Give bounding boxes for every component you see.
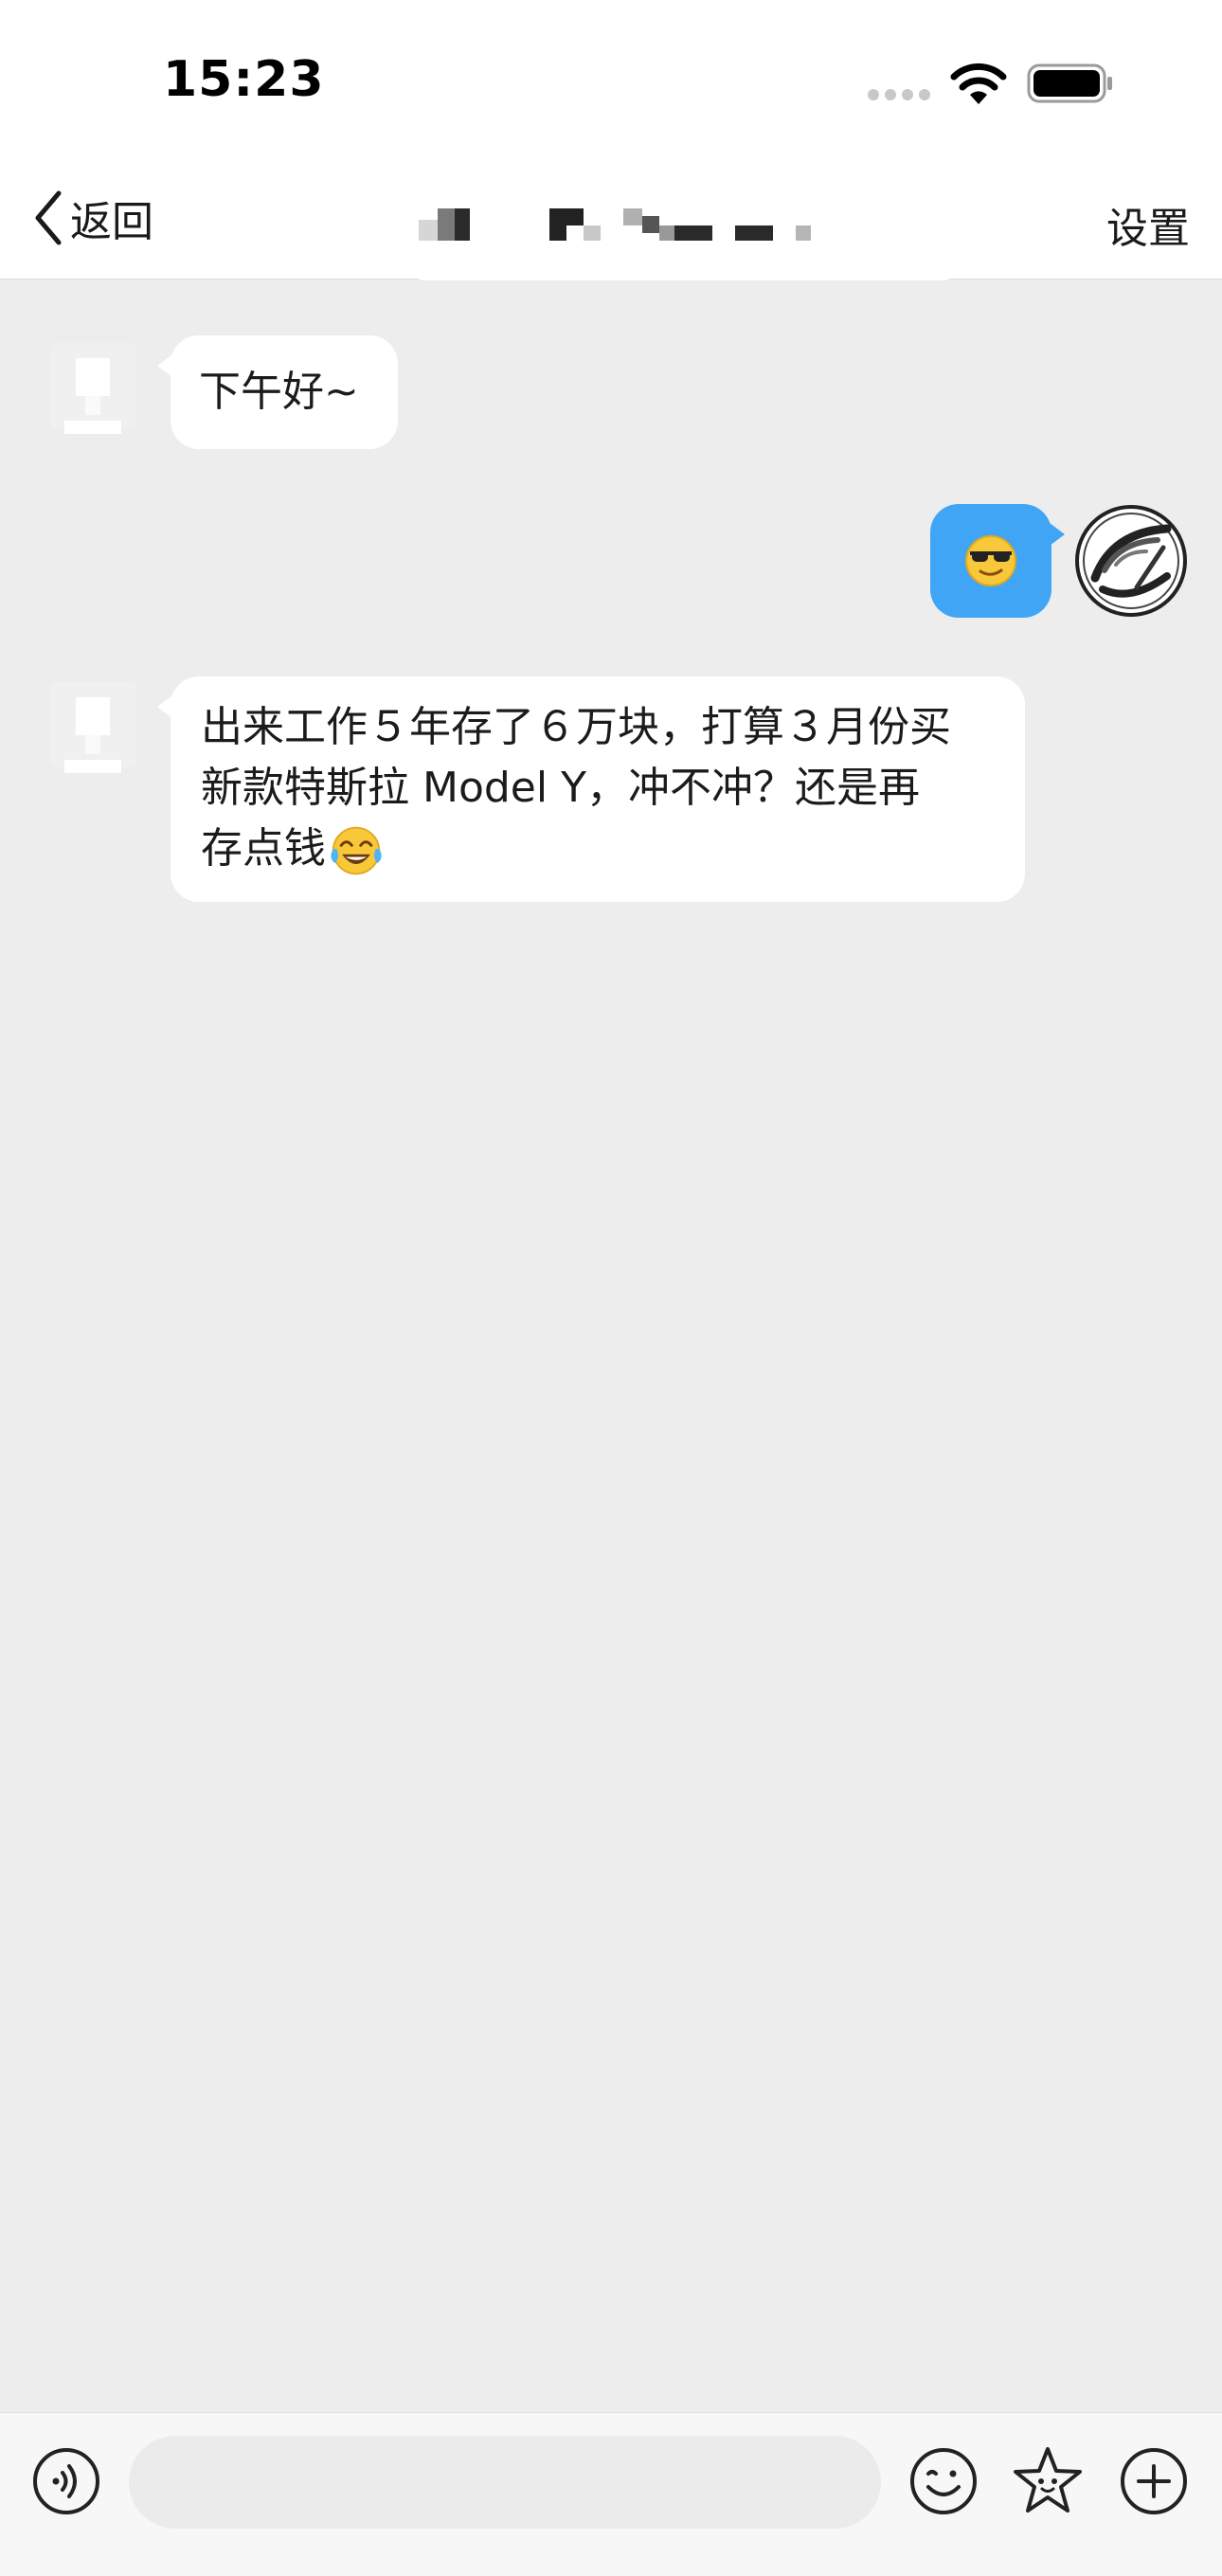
my-avatar[interactable]: [1074, 504, 1188, 618]
contact-avatar[interactable]: [42, 337, 155, 451]
battery-icon: [1027, 63, 1112, 103]
chat-area[interactable]: 下午好~ 出来工作５年存了６万块，打算３月份买 新款特斯拉 Model Y，冲不…: [0, 279, 1222, 2412]
sunglasses-emoji: [965, 535, 1016, 586]
signal-dots-icon: [868, 89, 930, 100]
settings-button[interactable]: 设置: [1106, 194, 1190, 255]
back-button[interactable]: 返回: [32, 185, 153, 251]
plus-icon[interactable]: [1118, 2445, 1190, 2517]
contact-avatar[interactable]: [42, 676, 155, 790]
status-time: 15:23: [163, 51, 325, 108]
message-line: 新款特斯拉 Model Y，冲不冲？还是再: [201, 764, 920, 812]
status-bar: 15:23: [0, 0, 1222, 161]
nav-bar: 返回 设置: [0, 161, 1222, 280]
chevron-left-icon: [35, 190, 62, 245]
obscured-chat-title: [413, 199, 955, 280]
message-line: 出来工作５年存了６万块，打算３月份买: [201, 703, 951, 751]
wifi-icon: [950, 63, 1007, 104]
tears-of-joy-emoji: [331, 826, 382, 875]
incoming-message-bubble[interactable]: 下午好~: [157, 335, 398, 449]
message-text: 下午好~: [199, 368, 359, 416]
input-bar: [0, 2412, 1222, 2576]
message-input[interactable]: [129, 2436, 881, 2529]
back-label: 返回: [70, 198, 153, 246]
outgoing-message-bubble[interactable]: [930, 504, 1065, 618]
emoji-icon[interactable]: [908, 2445, 979, 2517]
message-line: 存点钱: [201, 824, 326, 873]
star-sticker-icon[interactable]: [1010, 2443, 1086, 2519]
voice-icon[interactable]: [30, 2445, 102, 2517]
incoming-message-bubble[interactable]: 出来工作５年存了６万块，打算３月份买 新款特斯拉 Model Y，冲不冲？还是再…: [157, 676, 1025, 902]
